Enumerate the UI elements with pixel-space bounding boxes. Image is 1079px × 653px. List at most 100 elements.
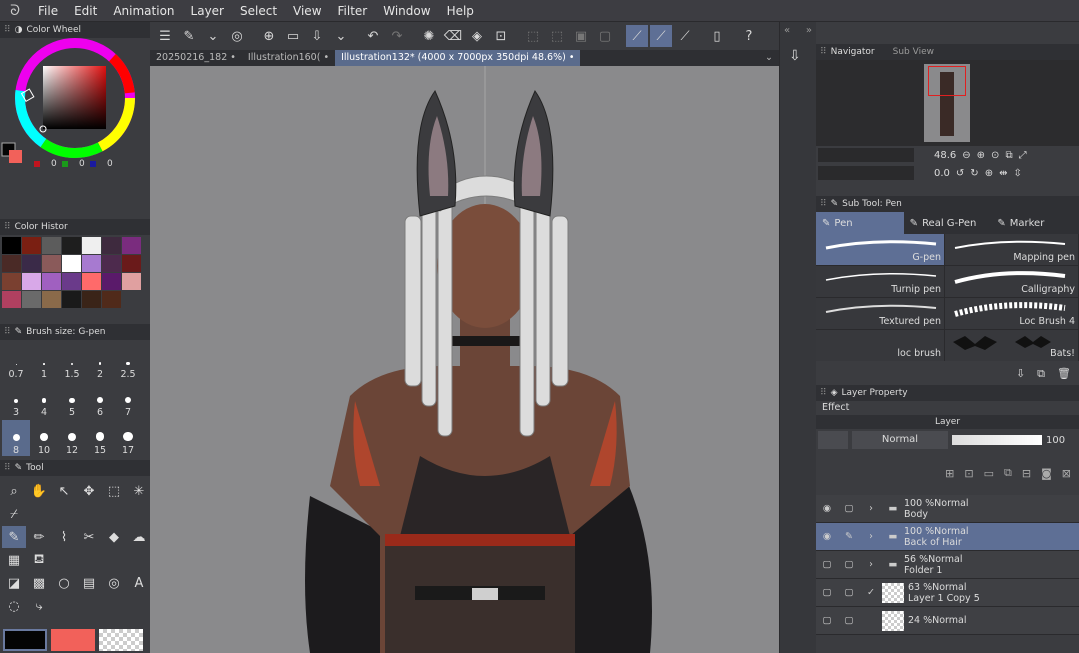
eye-box-icon[interactable]: ▢: [816, 587, 838, 598]
gradient2-tool-icon[interactable]: ▩: [27, 572, 51, 594]
selection-tool-icon[interactable]: ⬚: [102, 480, 126, 502]
navigator-preview[interactable]: [816, 60, 1079, 146]
history-swatch[interactable]: [2, 273, 21, 290]
grip-icon[interactable]: ⠿: [4, 463, 11, 473]
invert-selection-icon[interactable]: ▣: [570, 25, 592, 47]
brush-bats[interactable]: Bats!: [945, 330, 1078, 361]
zoom-slider[interactable]: [818, 148, 914, 162]
history-swatch[interactable]: [62, 273, 81, 290]
brush-size-option[interactable]: 2: [86, 344, 114, 380]
layer-row[interactable]: ◉ ✎ › ▬ 100 %Normal Back of Hair: [816, 523, 1079, 551]
history-swatch[interactable]: [102, 255, 121, 272]
eyedropper-icon[interactable]: ⌿: [2, 503, 26, 525]
fill-icon[interactable]: ◈: [466, 25, 488, 47]
opacity-value[interactable]: 100: [1046, 435, 1065, 446]
frame-tool-icon[interactable]: ▤: [77, 572, 101, 594]
text-tool-icon[interactable]: A: [127, 572, 151, 594]
brush-size-option[interactable]: 3: [2, 382, 30, 418]
history-swatch[interactable]: [62, 291, 81, 308]
tab-document-2[interactable]: Illustration160( •: [242, 50, 335, 66]
panel-title[interactable]: Sub Tool: Pen: [842, 199, 902, 209]
fullscreen-icon[interactable]: ⤢: [1019, 150, 1027, 161]
history-swatch[interactable]: [2, 255, 21, 272]
new-file-icon[interactable]: ⊕: [258, 25, 280, 47]
loading-icon[interactable]: ✺: [418, 25, 440, 47]
menu-window[interactable]: Window: [375, 4, 438, 18]
brush-size-option[interactable]: 15: [86, 420, 114, 456]
history-swatch[interactable]: [22, 237, 41, 254]
brush-size-option[interactable]: 2.5: [114, 344, 142, 380]
grip-icon[interactable]: ⠿: [820, 47, 827, 57]
eye-box-icon[interactable]: ▢: [816, 615, 838, 626]
brush-size-option[interactable]: 1: [30, 344, 58, 380]
blend-tool-icon[interactable]: ☁: [127, 526, 151, 548]
grip-icon[interactable]: ⠿: [820, 199, 827, 209]
history-swatch[interactable]: [42, 255, 61, 272]
brush-size-option[interactable]: 17: [114, 420, 142, 456]
history-swatch[interactable]: [42, 291, 61, 308]
close-dot-icon[interactable]: •: [230, 52, 236, 63]
save-icon[interactable]: ⇩: [306, 25, 328, 47]
menu-file[interactable]: File: [30, 4, 66, 18]
clear-icon[interactable]: ⌫: [442, 25, 464, 47]
color-wheel[interactable]: 0 0 0: [0, 38, 150, 173]
lock-box-icon[interactable]: ▢: [838, 587, 860, 598]
zoom-reset-icon[interactable]: ⊙: [991, 150, 999, 161]
deselect-icon[interactable]: ⬚: [522, 25, 544, 47]
menu-filter[interactable]: Filter: [330, 4, 376, 18]
zoom-in-icon[interactable]: ⊕: [977, 150, 985, 161]
download-icon[interactable]: ⇩: [1016, 367, 1025, 380]
grip-icon[interactable]: ⠿: [820, 388, 827, 398]
new-layer-icon[interactable]: ⊞: [945, 467, 954, 480]
hand-tool-icon[interactable]: ✋: [27, 480, 51, 502]
new-vector-layer-icon[interactable]: ⊡: [964, 467, 973, 480]
menu-help[interactable]: Help: [439, 4, 482, 18]
brush-size-option[interactable]: 10: [30, 420, 58, 456]
history-swatch[interactable]: [122, 255, 141, 272]
layer-color-icon[interactable]: [818, 431, 848, 449]
decoration-tool-icon[interactable]: ✂: [77, 526, 101, 548]
transparent-color-swatch[interactable]: [99, 629, 143, 651]
history-swatch[interactable]: [82, 255, 101, 272]
help-icon[interactable]: ?: [738, 25, 760, 47]
tab-pen[interactable]: ✎ Pen: [816, 212, 904, 234]
history-swatch[interactable]: [62, 255, 81, 272]
subview-tab[interactable]: Sub View: [893, 47, 934, 57]
history-swatch[interactable]: [102, 237, 121, 254]
history-swatch[interactable]: [122, 273, 141, 290]
transform-icon[interactable]: ⊡: [490, 25, 512, 47]
undo-icon[interactable]: ↶: [362, 25, 384, 47]
eye-icon[interactable]: ◉: [816, 531, 838, 542]
menu-animation[interactable]: Animation: [105, 4, 182, 18]
ruler-snap-icon[interactable]: ⟋: [626, 25, 648, 47]
chevron-right-icon[interactable]: »: [806, 25, 812, 41]
chevron-right-icon[interactable]: ›: [860, 559, 882, 570]
ruler-tool-icon[interactable]: ◎: [102, 572, 126, 594]
operation-tool-icon[interactable]: ↖: [52, 480, 76, 502]
edit-pen-icon[interactable]: ✎: [178, 25, 200, 47]
pen-tool-icon[interactable]: ✎: [2, 526, 26, 548]
chevron-down-icon[interactable]: ⌄: [202, 25, 224, 47]
fill-tool-icon[interactable]: ⛾: [27, 549, 51, 571]
hamburger-menu-icon[interactable]: ☰: [154, 25, 176, 47]
history-swatch[interactable]: [42, 237, 61, 254]
fit-icon[interactable]: ⧉: [1005, 150, 1012, 161]
lock-box-icon[interactable]: ▢: [838, 503, 860, 514]
brush-size-option[interactable]: 5: [58, 382, 86, 418]
history-swatch[interactable]: [62, 237, 81, 254]
opacity-slider[interactable]: [952, 435, 1042, 445]
rotate-reset-icon[interactable]: ⊕: [985, 168, 993, 179]
layer-row[interactable]: ▢ ▢ › ▬ 56 %Normal Folder 1: [816, 551, 1079, 579]
menu-view[interactable]: View: [285, 4, 329, 18]
brush-size-option[interactable]: 1.5: [58, 344, 86, 380]
dock-collapse-arrows[interactable]: «»: [780, 22, 816, 44]
app-logo-icon[interactable]: ᘐ: [0, 3, 30, 19]
layer-row[interactable]: ▢ ▢ ✓ 63 %Normal Layer 1 Copy 5: [816, 579, 1079, 607]
zoom-tool-icon[interactable]: ⌕: [2, 480, 26, 502]
history-swatch[interactable]: [22, 255, 41, 272]
brush-size-option[interactable]: 7: [114, 382, 142, 418]
auto-select-icon[interactable]: ✳: [127, 480, 151, 502]
brush-loc-brush-4[interactable]: Loc Brush 4: [945, 298, 1078, 329]
close-dot-icon[interactable]: •: [323, 52, 329, 63]
brush-mapping-pen[interactable]: Mapping pen: [945, 234, 1078, 265]
